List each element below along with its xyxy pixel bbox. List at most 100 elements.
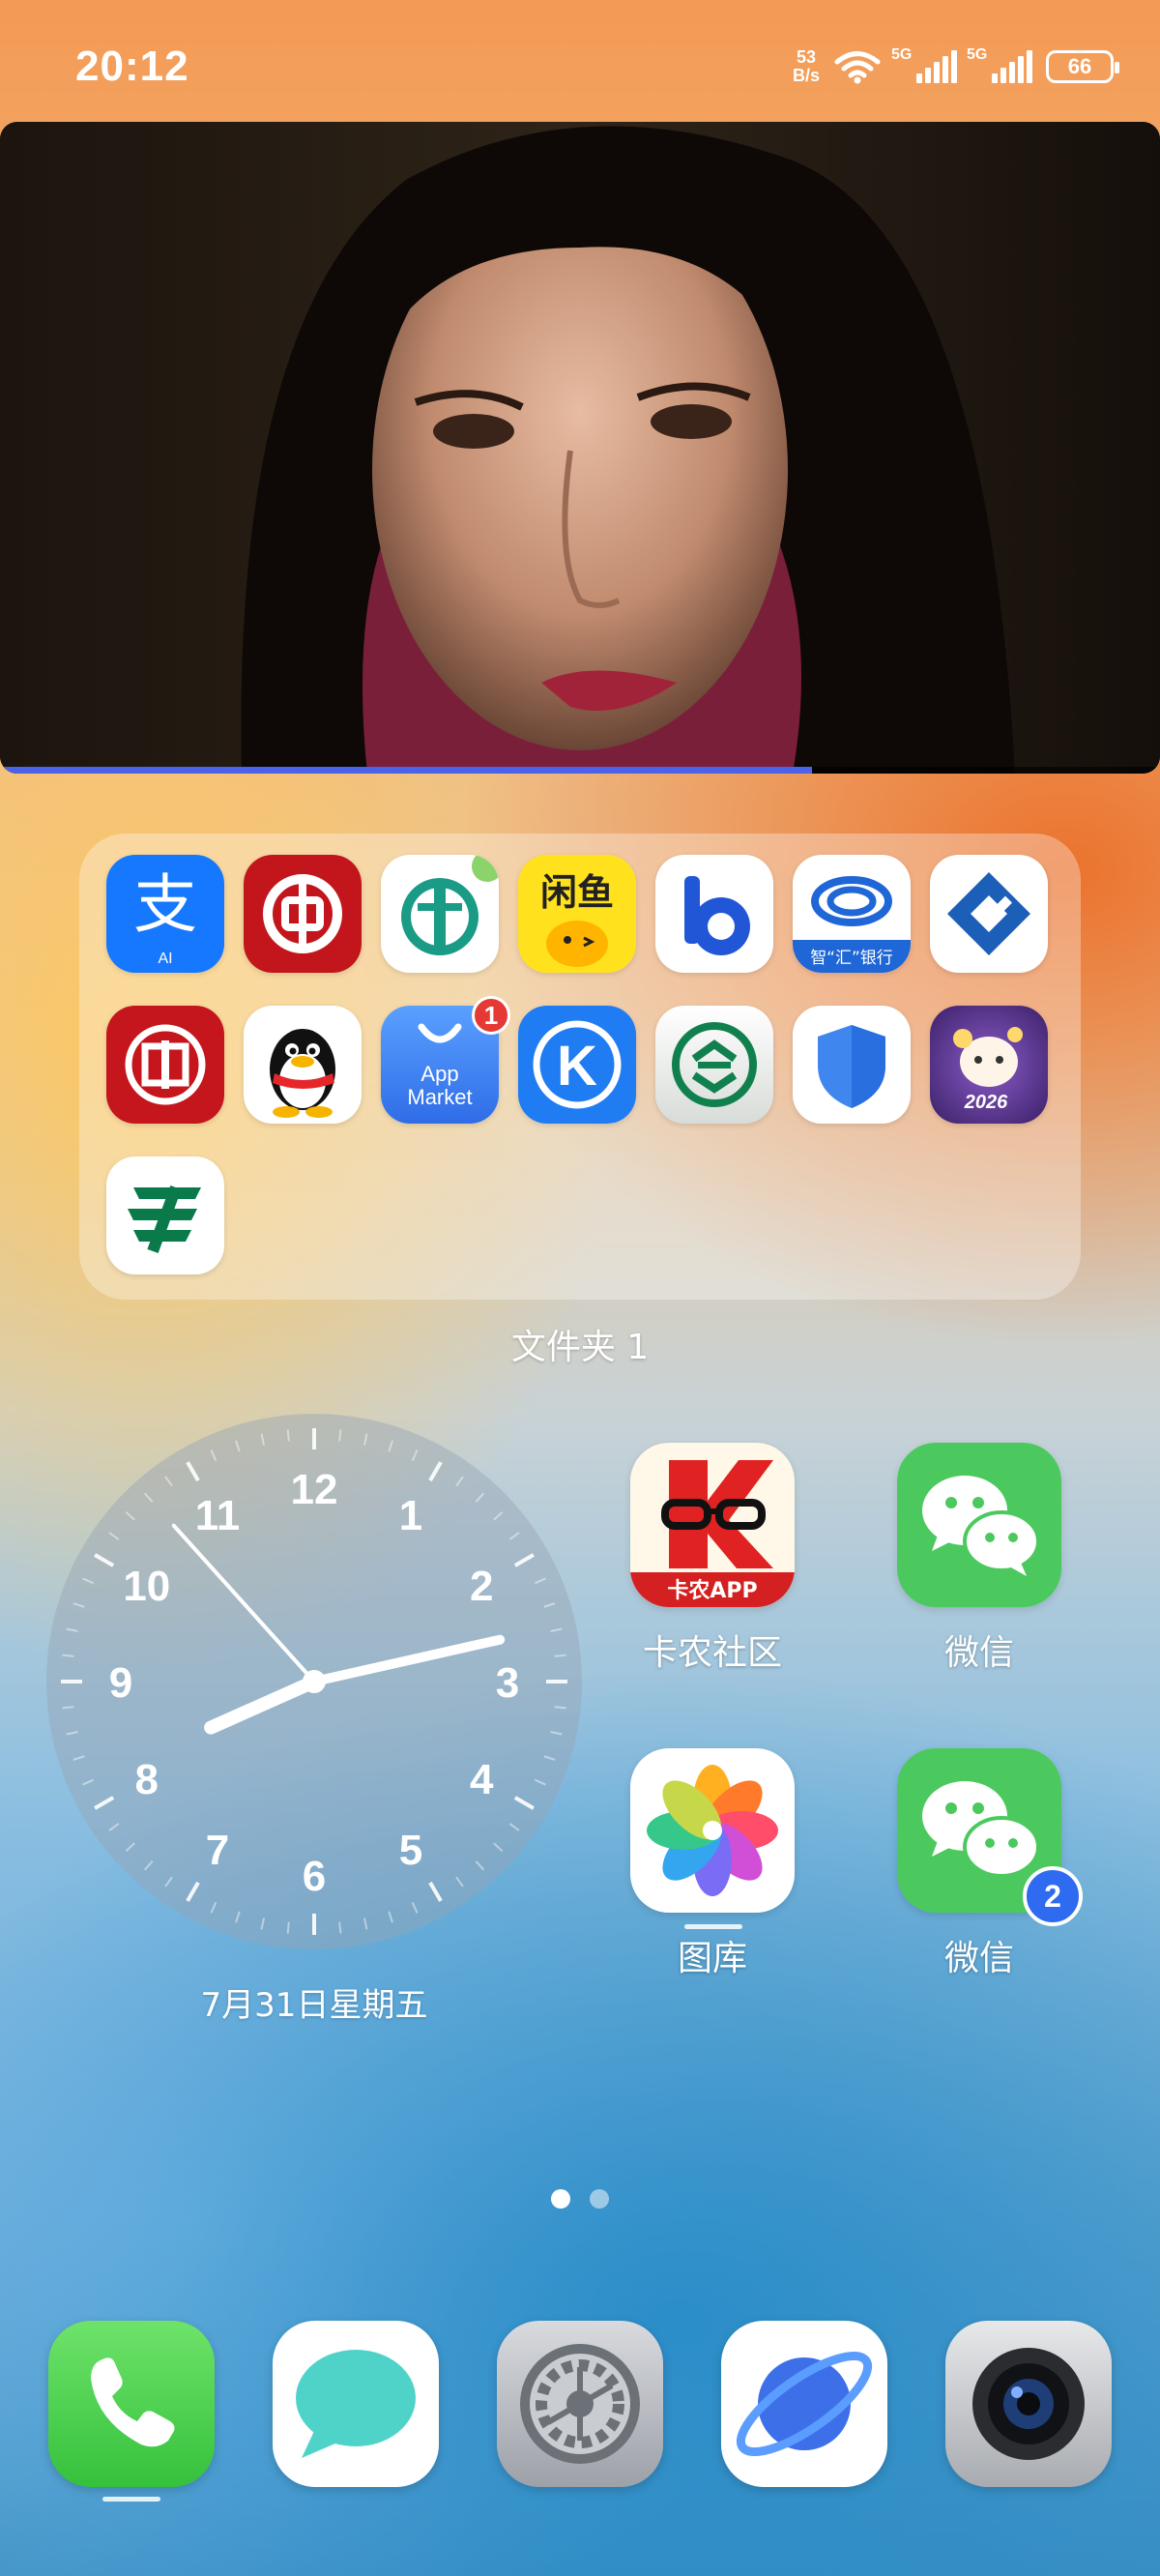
baidu-icon [655,855,773,973]
clock-numeral: 9 [109,1659,132,1707]
postal-app[interactable] [106,1156,224,1274]
gallery-label: 图库 [677,1939,747,1978]
battery-icon: 66 [1046,50,1119,83]
dock-browser[interactable] [721,2321,887,2487]
signal-icon-sim1: 5G [891,46,957,83]
clock-numeral: 4 [470,1756,494,1803]
game-app[interactable]: 2026 [930,1006,1048,1124]
signal-icon-sim2: 5G [967,46,1032,83]
network-speed: 53 B/s [793,48,820,85]
dock-settings[interactable] [497,2321,663,2487]
folder-name[interactable]: 文件夹 1 [0,1319,1160,1369]
qq-penguin-icon [244,1006,362,1124]
network-speed-unit: B/s [792,66,820,85]
shield-icon [793,1006,911,1124]
browser-planet-icon [721,2321,887,2487]
gallery-running-indicator [684,1924,742,1929]
video-progress-fill [0,767,812,774]
dock-messages[interactable] [273,2321,439,2487]
phone-running-indicator [102,2497,160,2502]
bank-green-icon [655,1006,773,1124]
clock-numeral: 3 [496,1659,519,1707]
qq-app[interactable] [244,1006,362,1124]
wechat-app[interactable] [897,1443,1061,1607]
app-market-text1: App [420,1062,458,1086]
clock-numeral: 1 [399,1492,422,1539]
floating-video-player[interactable] [0,122,1160,774]
messages-icon [273,2321,439,2487]
svg-text:2026: 2026 [964,1092,1008,1113]
phone-icon [48,2321,215,2487]
bank-spiral-icon: 智“汇”银行 [793,855,911,973]
kugou-text: K [557,1035,597,1098]
dock-camera[interactable] [945,2321,1112,2487]
clock-tick [338,1921,342,1934]
video-frame [0,122,1160,774]
network-speed-value: 53 [796,47,816,67]
alipay-ai-label: AI [158,951,172,967]
zhihui-bank-app[interactable]: 智“汇”银行 [793,855,911,973]
kugou-app[interactable]: K [518,1006,636,1124]
security-app[interactable] [793,1006,911,1124]
battery-level: 66 [1067,54,1092,78]
clock-date: 7月31日星期五 [200,1986,428,2025]
icbc-app[interactable] [106,1006,224,1124]
ccb-icon [930,855,1048,973]
status-bar: 20:12 53 B/s 5G 5G 66 [0,0,1160,126]
gallery-app[interactable] [630,1748,795,1913]
wechat-icon [897,1443,1061,1607]
kanong-icon-text: 卡农APP [667,1578,757,1603]
clock-numeral: 8 [135,1756,159,1803]
alipay-app[interactable]: 支 AI [106,855,224,973]
video-progress-bar[interactable] [0,767,1160,774]
abc-icon [381,855,499,973]
boc-app[interactable] [244,855,362,973]
kugou-icon: K [518,1006,636,1124]
page-dot-1[interactable] [551,2189,570,2209]
camera-icon [945,2321,1112,2487]
clock-tick [62,1706,74,1710]
wechat-label: 微信 [943,1633,1014,1673]
app-market-badge: 1 [472,996,510,1035]
svg-text:支: 支 [133,867,197,942]
app-folder[interactable]: 支 AI 闲鱼 智“汇”银行 App Market 1 K 2026 [79,834,1081,1300]
wifi-icon [834,51,881,84]
page-indicator[interactable] [0,2189,1160,2209]
zhihui-bank-text: 智“汇”银行 [810,949,893,968]
postal-icon [106,1156,224,1274]
clock-widget[interactable]: 121234567891011 [46,1414,582,1949]
green-bank-app[interactable] [655,1006,773,1124]
abc-app[interactable] [381,855,499,973]
status-time: 20:12 [75,43,189,90]
page-dot-2[interactable] [590,2189,609,2209]
ccb-app[interactable] [930,855,1048,973]
clock-tick [338,1429,342,1442]
xianyu-text: 闲鱼 [540,871,614,914]
kanong-app[interactable]: 卡农APP [630,1443,795,1607]
xianyu-icon: 闲鱼 [518,855,636,973]
clock-numeral: 2 [470,1563,493,1610]
clock-tick [286,1429,290,1442]
clock-numeral: 5 [399,1827,422,1874]
gallery-icon [630,1748,795,1913]
clock-numeral: 6 [303,1853,326,1900]
signal-2-label: 5G [967,46,988,63]
clock-numeral: 10 [123,1563,170,1610]
xianyu-app[interactable]: 闲鱼 [518,855,636,973]
kanong-icon: 卡农APP [630,1443,795,1607]
clock-tick [62,1654,74,1657]
wechat-clone-label: 微信 [943,1939,1014,1978]
icbc-icon [106,1006,224,1124]
clock-numeral: 7 [206,1827,229,1874]
clock-numeral: 11 [195,1492,241,1539]
status-right: 53 B/s 5G 5G 66 [793,46,1119,85]
clock-tick [554,1654,566,1657]
clock-tick [554,1706,566,1710]
dock-phone[interactable] [48,2321,215,2487]
baidu-app[interactable] [655,855,773,973]
kanong-label: 卡农社区 [642,1633,782,1673]
game-mascot-icon: 2026 [930,1006,1048,1124]
clock-tick [286,1921,290,1934]
clock-center [303,1670,326,1693]
app-market-text2: Market [407,1085,472,1109]
